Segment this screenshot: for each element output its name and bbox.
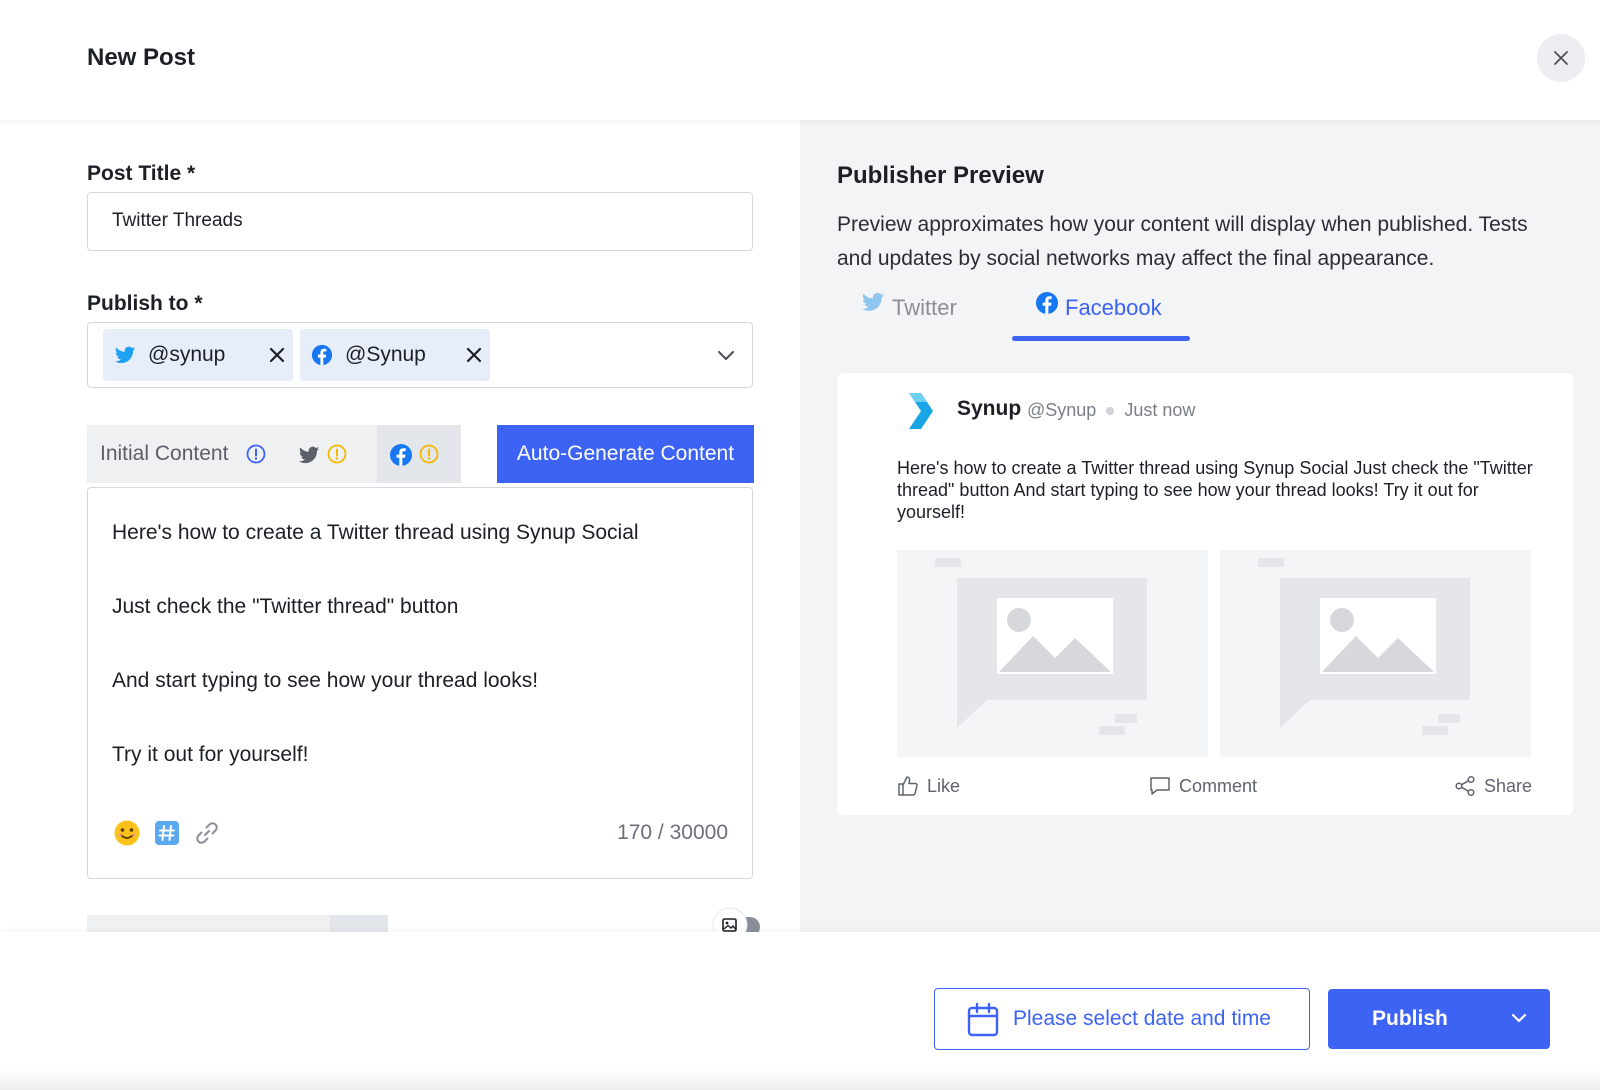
tab-facebook-preview[interactable]: Facebook (1035, 288, 1162, 328)
twitter-icon (862, 292, 884, 311)
account-handle: @synup (148, 343, 226, 366)
post-author-name: Synup (957, 397, 1022, 420)
account-chip-twitter: @synup (103, 329, 293, 381)
remove-chip-icon[interactable] (266, 344, 288, 366)
comment-icon (1150, 777, 1170, 795)
account-chip-facebook: @Synup (300, 329, 490, 381)
facebook-icon[interactable] (389, 443, 413, 467)
tab-label: Facebook (1065, 295, 1162, 320)
facebook-icon (1036, 292, 1058, 314)
separator-dot (1106, 407, 1115, 416)
twitter-icon[interactable] (297, 444, 321, 466)
share-label: Share (1484, 775, 1533, 796)
auto-generate-button[interactable]: Auto-Generate Content (497, 425, 754, 483)
footer-edge (0, 1068, 1600, 1090)
like-button[interactable]: Like (897, 773, 960, 799)
chevron-down-icon[interactable] (1508, 1007, 1530, 1029)
close-icon (1554, 51, 1568, 65)
post-author-handle: @Synup (1027, 400, 1097, 420)
close-button[interactable] (1537, 34, 1585, 82)
publish-to-label: Publish to * (87, 292, 203, 315)
publish-button[interactable]: Publish (1328, 989, 1550, 1049)
image-placeholder (1220, 550, 1531, 757)
media-toggle[interactable] (710, 905, 760, 932)
calendar-icon (967, 1003, 999, 1037)
post-time: Just now (1124, 400, 1196, 420)
post-editor-pane: Post Title * Twitter Threads Publish to … (0, 120, 800, 932)
modal-header: New Post (0, 0, 1600, 120)
editor-line: Try it out for yourself! (112, 743, 309, 766)
preview-title: Publisher Preview (837, 162, 1044, 189)
editor-line: And start typing to see how your thread … (112, 669, 539, 692)
schedule-date-button[interactable]: Please select date and time (934, 988, 1310, 1050)
modal-footer: Please select date and time Publish (0, 932, 1600, 1090)
publisher-preview-pane: Publisher Preview Preview approximates h… (800, 120, 1600, 932)
editor-line: Just check the "Twitter thread" button (112, 595, 459, 618)
chevron-down-icon[interactable] (714, 343, 738, 367)
modal-title: New Post (87, 44, 196, 71)
active-tab-indicator (1012, 336, 1190, 341)
warning-icon (419, 444, 439, 464)
share-button[interactable]: Share (1454, 773, 1532, 799)
info-icon (246, 444, 266, 464)
facebook-icon (311, 344, 333, 366)
emoji-icon[interactable] (112, 818, 142, 848)
tab-label: Twitter (892, 295, 957, 320)
post-text: Here's how to create a Twitter thread us… (897, 458, 1533, 522)
content-tabs: Initial Content (87, 425, 461, 483)
synup-logo (909, 393, 933, 429)
facebook-post-preview: Synup @Synup Just now Here's how to crea… (837, 373, 1573, 815)
editor-line: Here's how to create a Twitter thread us… (112, 521, 639, 544)
character-count: 170 / 30000 (617, 821, 728, 844)
thumbs-up-icon (898, 776, 918, 796)
comment-button[interactable]: Comment (1149, 773, 1257, 799)
preview-description: Preview approximates how your content wi… (837, 213, 1528, 270)
tab-initial-content[interactable]: Initial Content (100, 442, 228, 466)
like-label: Like (927, 775, 961, 796)
publish-to-select[interactable]: @synup @Synup (87, 322, 753, 388)
remove-chip-icon[interactable] (463, 344, 485, 366)
link-icon[interactable] (192, 818, 222, 848)
image-placeholder (897, 550, 1208, 757)
share-icon (1455, 775, 1475, 797)
tab-twitter-preview[interactable]: Twitter (860, 288, 957, 328)
warning-icon (327, 444, 347, 464)
thread-options-tab (330, 915, 388, 932)
post-title-input[interactable]: Twitter Threads (87, 192, 753, 251)
content-editor[interactable]: Here's how to create a Twitter thread us… (87, 487, 753, 879)
publish-label: Publish (1372, 1007, 1448, 1030)
post-title-label: Post Title * (87, 162, 196, 185)
twitter-icon (114, 346, 136, 364)
comment-label: Comment (1179, 775, 1258, 796)
schedule-date-label: Please select date and time (1013, 1007, 1271, 1030)
post-meta: @Synup Just now (1027, 400, 1195, 421)
account-handle: @Synup (345, 343, 426, 366)
hashtag-icon[interactable] (152, 818, 182, 848)
